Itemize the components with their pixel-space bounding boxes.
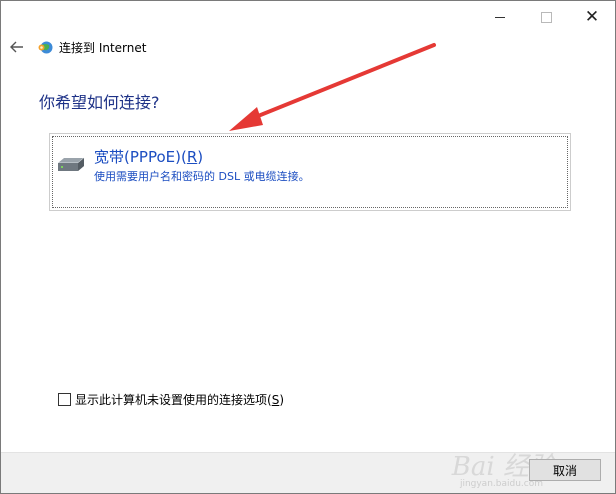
cancel-button[interactable]: 取消 [529,459,601,481]
checkbox-label-close: ) [279,393,284,407]
maximize-icon [540,11,552,23]
window-title: 连接到 Internet [59,41,147,55]
minimize-icon [495,16,505,18]
checkbox-label: 显示此计算机未设置使用的连接选项(S) [75,391,284,408]
dialog-footer: Bai 经验 jingyan.baidu.com 取消 [1,452,615,493]
network-globe-icon [38,41,53,54]
option-accelerator: R [186,148,198,166]
checkbox-label-text: 显示此计算机未设置使用的连接选项( [75,393,272,407]
arrow-left-icon [10,41,23,53]
option-title: 宽带(PPPoE)(R) [94,146,203,167]
close-button[interactable]: ✕ [569,1,615,33]
annotation-arrow [229,43,436,131]
back-button[interactable] [7,37,27,57]
option-description: 使用需要用户名和密码的 DSL 或电缆连接。 [94,170,310,183]
minimize-button[interactable] [477,1,523,33]
dialog-window: ✕ 连接到 Internet 你希望如何连接? 宽带(PPPoE)(R) 使用需… [0,0,616,494]
maximize-button[interactable] [523,1,569,33]
option-title-close: ) [197,148,204,166]
option-title-text: 宽带(PPPoE)( [94,148,187,166]
close-icon: ✕ [584,6,600,27]
modem-icon [58,157,85,171]
show-options-row[interactable]: 显示此计算机未设置使用的连接选项(S) [58,391,284,408]
title-bar: ✕ [1,1,615,33]
option-broadband-pppoe[interactable]: 宽带(PPPoE)(R) 使用需要用户名和密码的 DSL 或电缆连接。 [49,133,571,211]
show-options-checkbox[interactable] [58,393,71,406]
page-heading: 你希望如何连接? [39,93,160,112]
